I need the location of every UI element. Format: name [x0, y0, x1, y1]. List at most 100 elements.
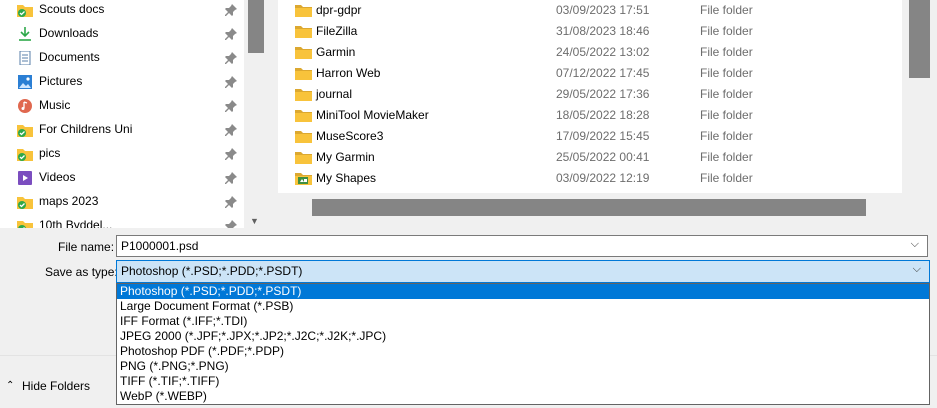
- file-name-value[interactable]: P1000001.psd: [121, 239, 198, 253]
- nav-item-scouts-docs[interactable]: Scouts docs: [0, 0, 244, 22]
- option-label: Photoshop (*.PSD;*.PDD;*.PSDT): [120, 284, 302, 298]
- nav-item-pictures[interactable]: Pictures: [0, 70, 244, 94]
- vertical-scrollbar-thumb[interactable]: [909, 0, 930, 78]
- file-name: FileZilla: [316, 24, 358, 38]
- nav-item-10th-byddel[interactable]: 10th Byddel...: [0, 214, 244, 228]
- folder-icon: [295, 47, 312, 59]
- file-list-vertical-scrollbar[interactable]: [902, 0, 937, 228]
- pin-icon[interactable]: [224, 171, 238, 185]
- dropdown-option-psb[interactable]: Large Document Format (*.PSB): [117, 299, 929, 314]
- file-row[interactable]: My Shapes 03/09/2022 12:19 File folder: [278, 168, 902, 189]
- documents-icon: [19, 51, 31, 65]
- file-list-horizontal-scrollbar[interactable]: [278, 193, 902, 228]
- nav-item-label: Videos: [39, 170, 76, 184]
- file-type: File folder: [700, 3, 753, 17]
- scroll-down-arrow-icon[interactable]: ▼: [250, 216, 259, 226]
- sync-folder-icon: [17, 221, 33, 228]
- file-row[interactable]: Garmin 24/05/2022 13:02 File folder: [278, 42, 902, 63]
- pin-icon[interactable]: [224, 27, 238, 41]
- nav-item-music[interactable]: Music: [0, 94, 244, 118]
- nav-item-downloads[interactable]: Downloads: [0, 22, 244, 46]
- file-name-label: File name:: [58, 240, 115, 254]
- file-row[interactable]: MiniTool MovieMaker 18/05/2022 18:28 Fil…: [278, 105, 902, 126]
- file-row[interactable]: Harron Web 07/12/2022 17:45 File folder: [278, 63, 902, 84]
- folder-icon: [295, 5, 312, 17]
- file-name: My Garmin: [316, 150, 375, 164]
- dropdown-option-jpeg2000[interactable]: JPEG 2000 (*.JPF;*.JPX;*.JP2;*.J2C;*.J2K…: [117, 329, 929, 344]
- save-as-type-value[interactable]: Photoshop (*.PSD;*.PDD;*.PSDT): [121, 264, 302, 278]
- dropdown-option-iff[interactable]: IFF Format (*.IFF;*.TDI): [117, 314, 929, 329]
- dropdown-option-webp[interactable]: WebP (*.WEBP): [117, 389, 929, 404]
- file-date-modified: 17/09/2022 15:45: [556, 129, 650, 143]
- nav-item-videos[interactable]: Videos: [0, 166, 244, 190]
- pin-icon[interactable]: [224, 219, 238, 228]
- dropdown-option-png[interactable]: PNG (*.PNG;*.PNG): [117, 359, 929, 374]
- sync-folder-icon: [17, 197, 33, 209]
- pictures-icon: [18, 75, 32, 89]
- nav-item-maps-2023[interactable]: maps 2023: [0, 190, 244, 214]
- file-name-input[interactable]: P1000001.psd ⌵: [116, 235, 928, 257]
- file-row[interactable]: My Garmin 25/05/2022 00:41 File folder: [278, 147, 902, 168]
- pin-icon[interactable]: [224, 75, 238, 89]
- option-label: PNG (*.PNG;*.PNG): [120, 359, 229, 373]
- file-date-modified: 31/08/2023 18:46: [556, 24, 650, 38]
- dropdown-option-tiff[interactable]: TIFF (*.TIF;*.TIFF): [117, 374, 929, 389]
- dropdown-option-photoshop[interactable]: Photoshop (*.PSD;*.PDD;*.PSDT): [117, 284, 929, 299]
- nav-item-for-childrens-uni[interactable]: For Childrens Uni: [0, 118, 244, 142]
- chevron-down-icon[interactable]: ⌵: [911, 238, 919, 251]
- nav-item-label: Music: [39, 98, 71, 112]
- nav-item-pics[interactable]: pics: [0, 142, 244, 166]
- file-name: journal: [316, 87, 353, 101]
- navigation-pane: Scouts docs Downloads Documents Pictures…: [0, 0, 244, 228]
- nav-vertical-scrollbar[interactable]: ▼: [244, 0, 268, 228]
- file-row[interactable]: dpr-gdpr 03/09/2023 17:51 File folder: [278, 0, 902, 21]
- file-row[interactable]: MuseScore3 17/09/2022 15:45 File folder: [278, 126, 902, 147]
- hide-folders-label: Hide Folders: [22, 379, 91, 393]
- option-label: TIFF (*.TIF;*.TIFF): [120, 374, 220, 388]
- hide-folders-button[interactable]: ⌃ Hide Folders: [0, 356, 116, 408]
- file-date-modified: 18/05/2022 18:28: [556, 108, 650, 122]
- file-type: File folder: [700, 66, 753, 80]
- nav-item-label: Downloads: [39, 26, 99, 40]
- file-name: MiniTool MovieMaker: [316, 108, 429, 122]
- shapes-folder-icon: [295, 173, 312, 185]
- file-type: File folder: [700, 150, 753, 164]
- nav-item-label: maps 2023: [39, 194, 99, 208]
- pin-icon[interactable]: [224, 51, 238, 65]
- nav-item-documents[interactable]: Documents: [0, 46, 244, 70]
- folder-icon: [295, 26, 312, 38]
- option-label: Photoshop PDF (*.PDF;*.PDP): [120, 344, 285, 358]
- file-date-modified: 03/09/2022 12:19: [556, 171, 650, 185]
- file-type: File folder: [700, 24, 753, 38]
- chevron-down-icon[interactable]: ⌵: [913, 263, 921, 276]
- horizontal-scrollbar-thumb[interactable]: [312, 199, 866, 216]
- pin-icon[interactable]: [224, 195, 238, 209]
- save-as-type-dropdown-list: Photoshop (*.PSD;*.PDD;*.PSDT) Large Doc…: [116, 283, 930, 405]
- pin-icon[interactable]: [224, 147, 238, 161]
- file-list: dpr-gdpr 03/09/2023 17:51 File folder Fi…: [278, 0, 902, 228]
- chevron-up-icon: ⌃: [6, 380, 15, 391]
- save-as-type-select[interactable]: Photoshop (*.PSD;*.PDD;*.PSDT) ⌵: [116, 260, 930, 283]
- folder-icon: [295, 110, 312, 122]
- sync-folder-icon: [17, 149, 33, 161]
- file-date-modified: 25/05/2022 00:41: [556, 150, 650, 164]
- folder-icon: [295, 68, 312, 80]
- folder-icon: [295, 152, 312, 164]
- option-label: JPEG 2000 (*.JPF;*.JPX;*.JP2;*.J2C;*.J2K…: [120, 329, 387, 343]
- pin-icon[interactable]: [224, 99, 238, 113]
- file-row[interactable]: FileZilla 31/08/2023 18:46 File folder: [278, 21, 902, 42]
- file-type: File folder: [700, 45, 753, 59]
- videos-icon: [18, 171, 32, 185]
- folder-icon: [295, 131, 312, 143]
- nav-scrollbar-thumb[interactable]: [248, 0, 264, 53]
- file-row[interactable]: journal 29/05/2022 17:36 File folder: [278, 84, 902, 105]
- pane-divider[interactable]: [268, 0, 278, 228]
- pin-icon[interactable]: [224, 123, 238, 137]
- option-label: WebP (*.WEBP): [120, 389, 207, 403]
- file-date-modified: 03/09/2023 17:51: [556, 3, 650, 17]
- dropdown-option-photoshop-pdf[interactable]: Photoshop PDF (*.PDF;*.PDP): [117, 344, 929, 359]
- pin-icon[interactable]: [224, 3, 238, 17]
- sync-folder-icon: [17, 125, 33, 137]
- folder-icon: [295, 89, 312, 101]
- nav-item-label: Scouts docs: [39, 2, 105, 16]
